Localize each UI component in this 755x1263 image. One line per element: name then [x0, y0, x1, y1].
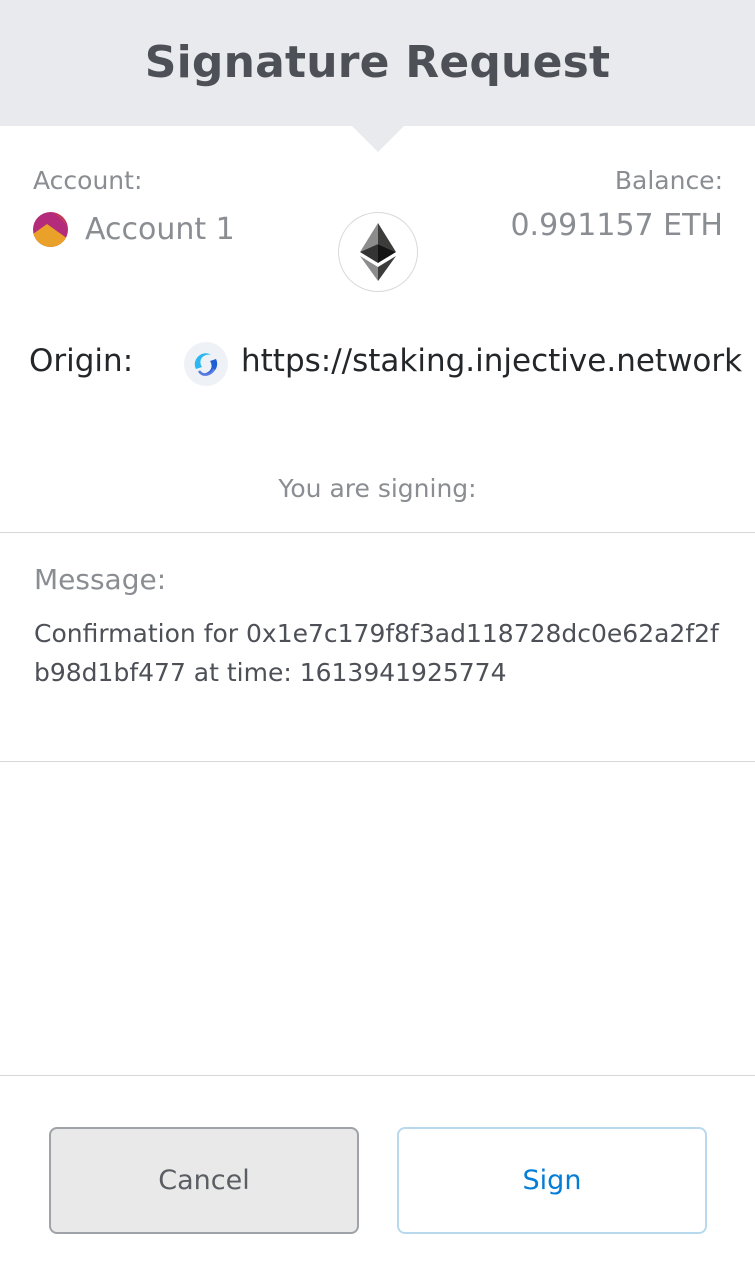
cancel-button[interactable]: Cancel	[49, 1127, 359, 1234]
footer-divider	[0, 1075, 755, 1076]
signing-label: You are signing:	[278, 474, 477, 503]
page-title: Signature Request	[144, 36, 611, 88]
header-notch	[352, 126, 404, 152]
injective-logo-icon	[183, 341, 229, 387]
header: Signature Request	[0, 0, 755, 126]
message-label: Message:	[34, 563, 167, 596]
account-row: Account 1	[33, 212, 235, 247]
account-name: Account 1	[85, 212, 235, 247]
balance-label: Balance:	[614, 166, 723, 195]
origin-url: https://staking.injective.network	[241, 343, 743, 379]
divider	[0, 532, 755, 533]
origin-label: Origin:	[29, 343, 134, 379]
account-avatar-icon	[33, 212, 68, 247]
account-label: Account:	[33, 166, 143, 195]
message-text: Confirmation for 0x1e7c179f8f3ad118728dc…	[34, 619, 719, 687]
balance-value: 0.991157 ETH	[510, 208, 723, 243]
ethereum-icon	[338, 212, 418, 292]
divider	[0, 761, 755, 762]
sign-button[interactable]: Sign	[397, 1127, 707, 1234]
